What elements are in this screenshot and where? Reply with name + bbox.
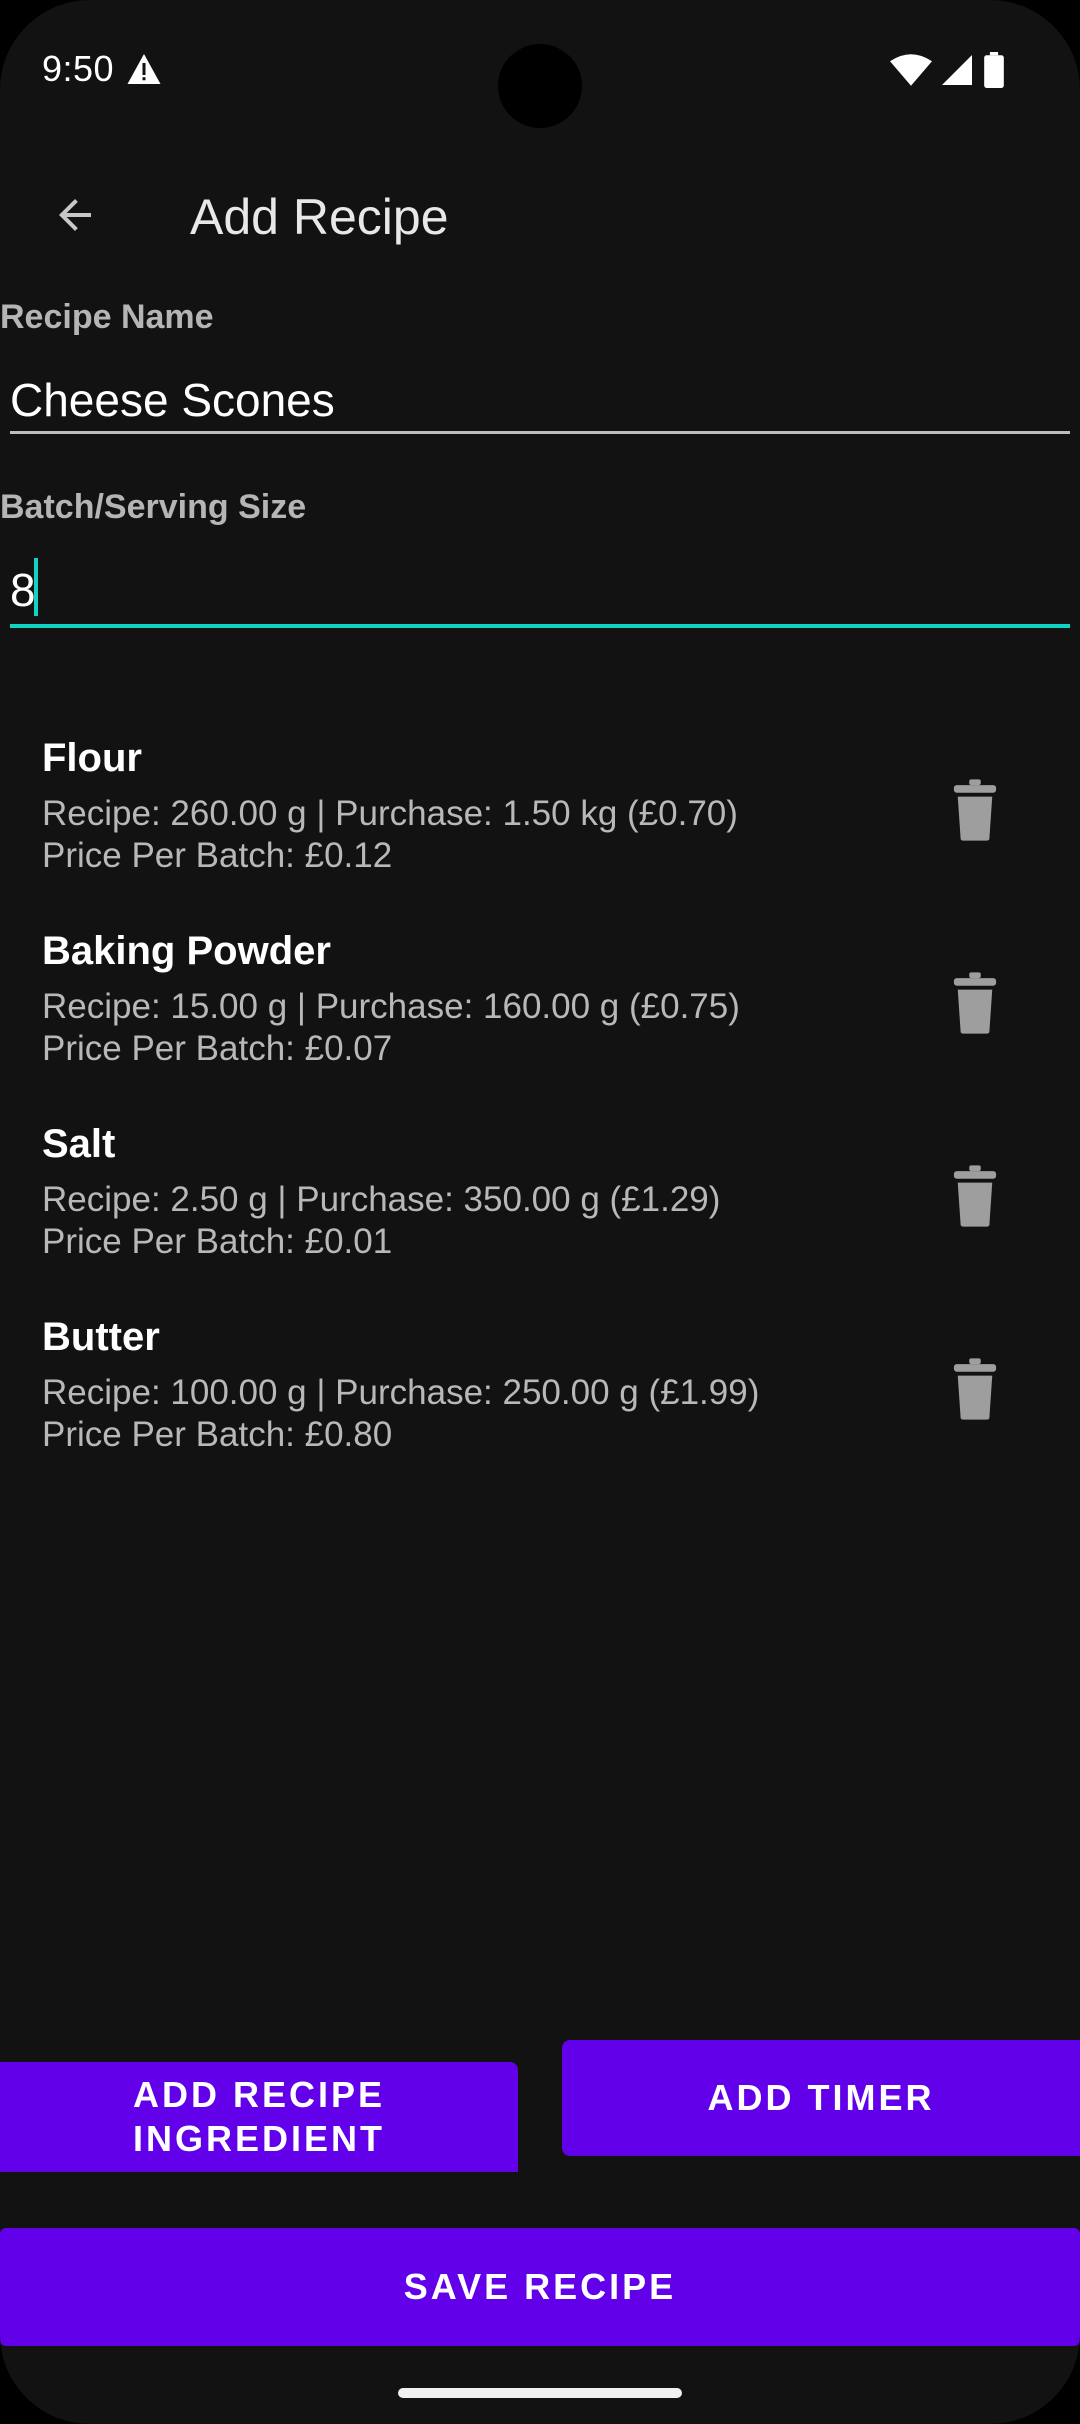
add-ingredient-label-line2: INGREDIENT bbox=[132, 2118, 385, 2159]
status-bar: 9:50 bbox=[0, 0, 1080, 140]
back-button[interactable] bbox=[30, 170, 120, 260]
ingredient-price: Price Per Batch: £0.12 bbox=[42, 836, 393, 875]
batch-size-input[interactable] bbox=[10, 556, 1070, 628]
ingredient-detail: Recipe: 260.00 g | Purchase: 1.50 kg (£0… bbox=[42, 794, 738, 833]
delete-ingredient-button[interactable] bbox=[940, 1349, 1010, 1429]
add-recipe-ingredient-button[interactable]: ADD RECIPE INGREDIENT bbox=[0, 2062, 518, 2172]
ingredient-detail: Recipe: 15.00 g | Purchase: 160.00 g (£0… bbox=[42, 987, 740, 1026]
home-indicator[interactable] bbox=[398, 2388, 682, 2398]
recipe-name-label: Recipe Name bbox=[0, 298, 214, 336]
page-title: Add Recipe bbox=[190, 189, 449, 245]
ingredient-list: Flour Recipe: 260.00 g | Purchase: 1.50 … bbox=[0, 730, 1080, 1502]
add-ingredient-label: ADD RECIPE INGREDIENT bbox=[133, 2073, 385, 2161]
ingredient-name: Salt bbox=[42, 1122, 116, 1166]
ingredient-name: Butter bbox=[42, 1315, 160, 1359]
delete-ingredient-button[interactable] bbox=[940, 770, 1010, 850]
ingredient-detail: Recipe: 2.50 g | Purchase: 350.00 g (£1.… bbox=[42, 1180, 721, 1219]
ingredient-detail: Recipe: 100.00 g | Purchase: 250.00 g (£… bbox=[42, 1373, 760, 1412]
alert-icon bbox=[127, 54, 161, 84]
trash-icon bbox=[953, 1358, 997, 1420]
ingredient-item[interactable]: Baking Powder Recipe: 15.00 g | Purchase… bbox=[0, 923, 1080, 1116]
arrow-back-icon bbox=[59, 199, 91, 231]
batch-size-label: Batch/Serving Size bbox=[0, 488, 307, 526]
save-recipe-label: SAVE RECIPE bbox=[403, 2266, 677, 2307]
save-recipe-button[interactable]: SAVE RECIPE bbox=[0, 2228, 1080, 2346]
status-time: 9:50 bbox=[42, 48, 115, 89]
battery-icon bbox=[984, 52, 1004, 88]
ingredient-name: Flour bbox=[42, 736, 142, 780]
add-ingredient-label-line1: ADD RECIPE bbox=[132, 2074, 386, 2115]
wifi-icon bbox=[890, 54, 932, 86]
ingredient-price: Price Per Batch: £0.07 bbox=[42, 1029, 393, 1068]
trash-icon bbox=[953, 972, 997, 1034]
signal-icon bbox=[942, 55, 972, 85]
ingredient-item[interactable]: Flour Recipe: 260.00 g | Purchase: 1.50 … bbox=[0, 730, 1080, 923]
ingredient-item[interactable]: Salt Recipe: 2.50 g | Purchase: 350.00 g… bbox=[0, 1116, 1080, 1309]
ingredient-name: Baking Powder bbox=[42, 929, 331, 973]
ingredient-item[interactable]: Butter Recipe: 100.00 g | Purchase: 250.… bbox=[0, 1309, 1080, 1502]
delete-ingredient-button[interactable] bbox=[940, 963, 1010, 1043]
camera-cutout bbox=[498, 44, 582, 128]
text-cursor bbox=[34, 558, 38, 616]
add-timer-label: ADD TIMER bbox=[707, 2077, 935, 2118]
ingredient-price: Price Per Batch: £0.80 bbox=[42, 1415, 393, 1454]
delete-ingredient-button[interactable] bbox=[940, 1156, 1010, 1236]
app-screen: 9:50 Add Recipe Recipe Name Batch/Servin… bbox=[0, 0, 1080, 2424]
recipe-name-input[interactable] bbox=[10, 368, 1070, 434]
add-timer-button[interactable]: ADD TIMER bbox=[562, 2040, 1080, 2156]
ingredient-price: Price Per Batch: £0.01 bbox=[42, 1222, 393, 1261]
trash-icon bbox=[953, 1165, 997, 1227]
trash-icon bbox=[953, 779, 997, 841]
